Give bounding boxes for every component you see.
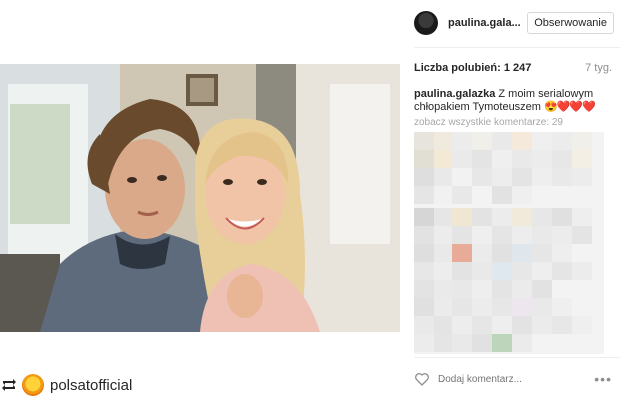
- likes-count[interactable]: Liczba polubień: 1 247: [414, 62, 531, 74]
- view-all-comments-link[interactable]: zobacz wszystkie komentarze: 29: [414, 117, 563, 128]
- follow-button[interactable]: Obserwowanie: [527, 12, 614, 34]
- pixelated-comments-image: [414, 132, 604, 354]
- author-username[interactable]: paulina.gala...: [448, 17, 527, 29]
- post-header: paulina.gala... Obserwowanie: [414, 8, 620, 38]
- more-options-icon[interactable]: •••: [594, 371, 612, 387]
- post-sidebar: paulina.gala... Obserwowanie Liczba polu…: [414, 0, 620, 397]
- footer-divider: [414, 357, 620, 358]
- add-comment-input[interactable]: [438, 370, 595, 388]
- repost-row: polsatofficial: [0, 372, 132, 397]
- post-age[interactable]: 7 tyg.: [585, 62, 612, 74]
- heart-icon[interactable]: [414, 371, 430, 387]
- caption-username[interactable]: paulina.galazka: [414, 88, 495, 100]
- author-avatar[interactable]: [414, 11, 438, 35]
- likes-row: Liczba polubień: 1 247 7 tyg.: [414, 62, 612, 74]
- post-caption: paulina.galazka Z moim serialowym chłopa…: [414, 88, 614, 114]
- blurred-comments: [414, 132, 604, 354]
- repost-avatar[interactable]: [22, 374, 44, 396]
- post-photo: [0, 64, 400, 332]
- photo-illustration: [0, 64, 400, 332]
- caption-emoji: 😍❤️❤️❤️: [544, 101, 596, 113]
- header-divider: [414, 47, 620, 48]
- repost-icon: [2, 379, 16, 391]
- comment-bar: •••: [414, 368, 620, 390]
- repost-username[interactable]: polsatofficial: [50, 377, 132, 394]
